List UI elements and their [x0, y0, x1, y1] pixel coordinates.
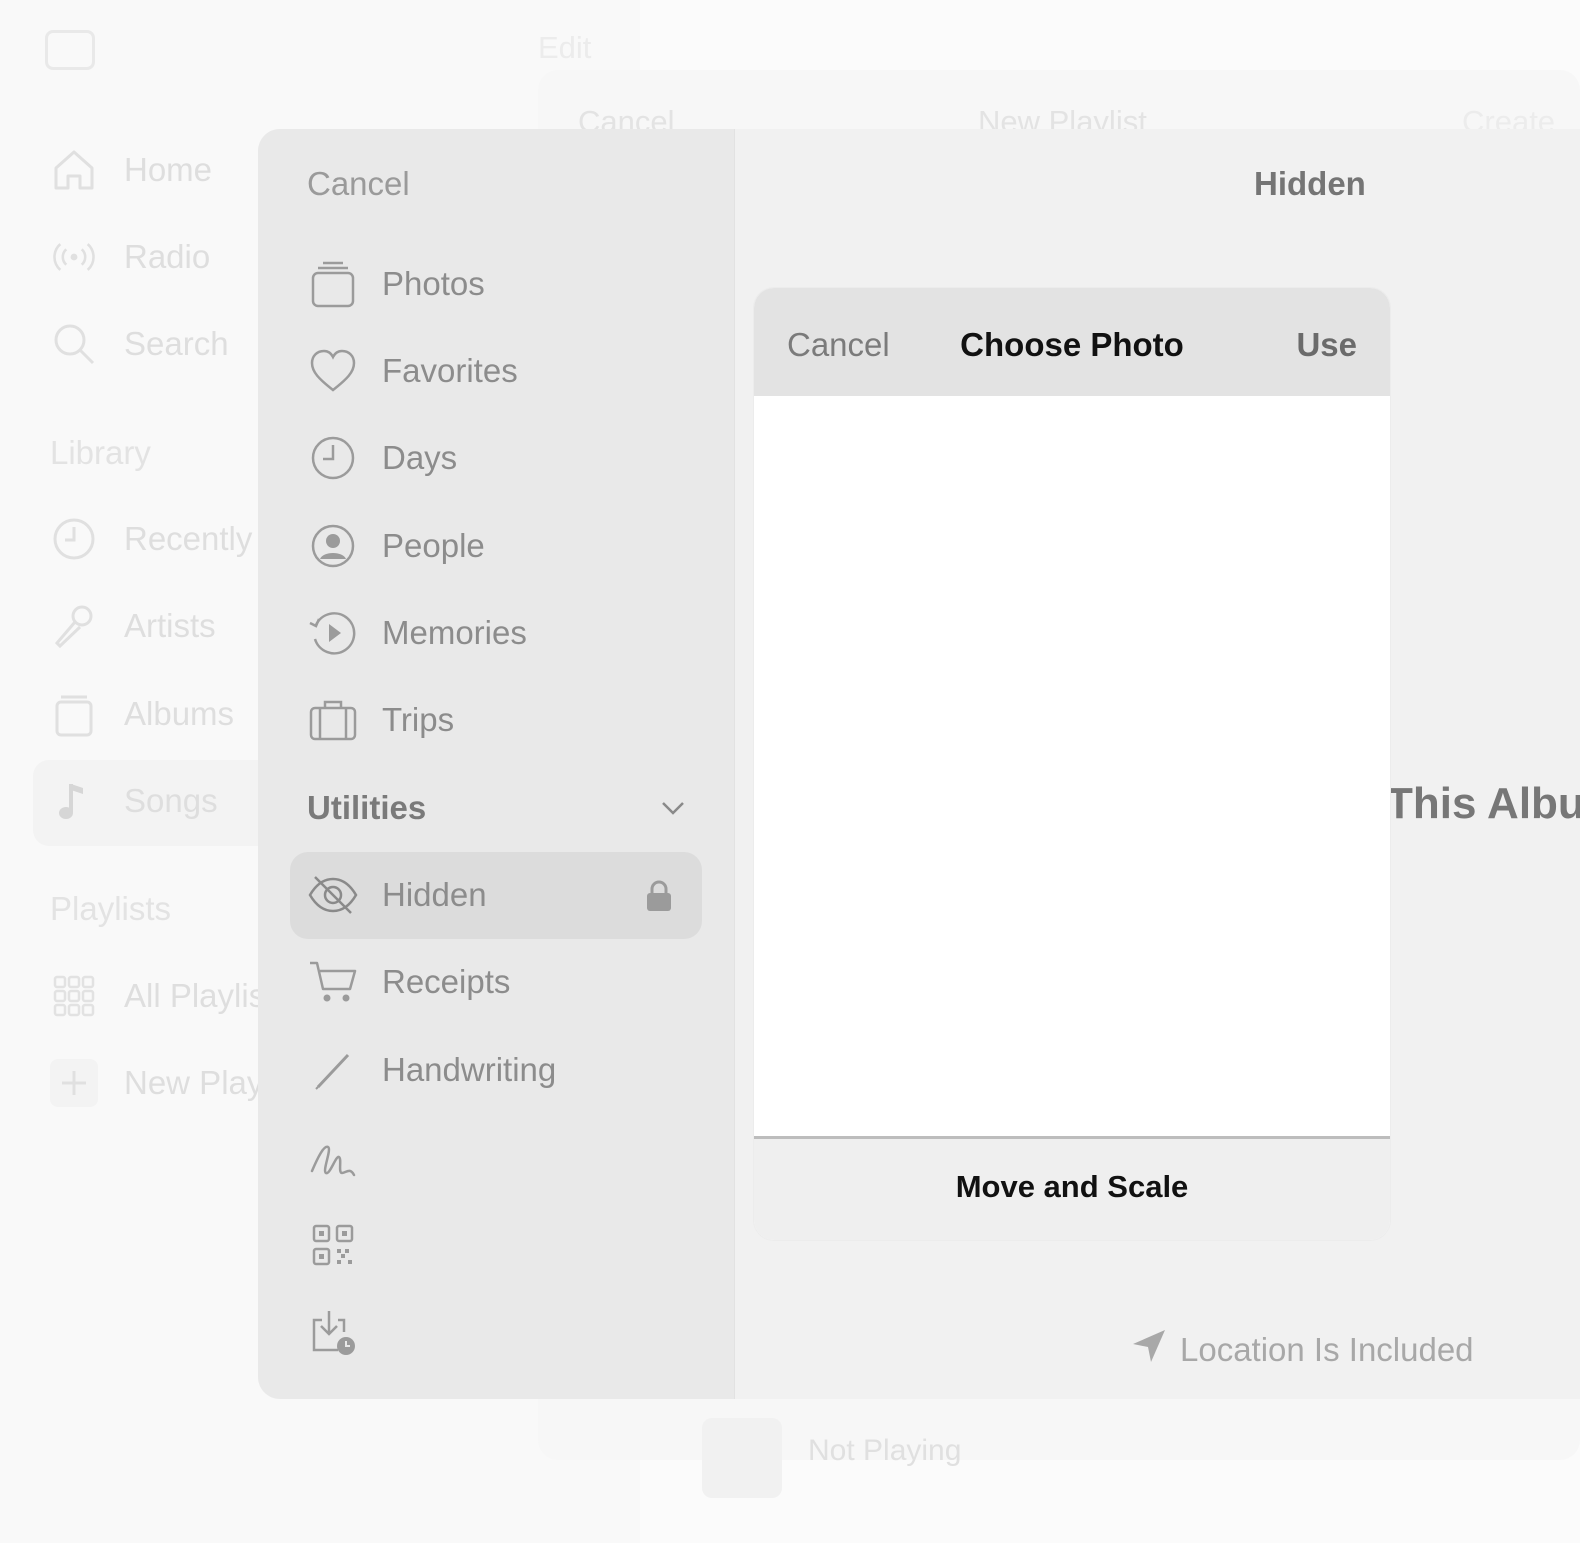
sidebar-item-home[interactable]: Home — [50, 146, 212, 194]
dialog-title: Choose Photo — [960, 326, 1184, 363]
sidebar-item-songs[interactable]: Songs — [50, 777, 218, 825]
clock-icon — [307, 432, 359, 484]
sidebar-item-label: Artists — [124, 607, 216, 644]
photo-crop-area[interactable] — [754, 396, 1390, 1031]
move-and-scale-label: Move and Scale — [955, 1169, 1189, 1204]
location-included-option[interactable]: Location Is Included — [1130, 1327, 1474, 1373]
dialog-use-button[interactable]: Use — [1296, 326, 1357, 364]
picker-sidebar-item-label: Trips — [382, 701, 455, 738]
sidebar-item-label: Songs — [124, 782, 218, 819]
picker-sidebar-item-receipts[interactable]: Receipts — [307, 952, 510, 1012]
picker-sidebar-item-handwriting[interactable]: Handwriting — [307, 1040, 556, 1100]
sidebar-item-all-playlists[interactable]: All Playlis — [50, 972, 265, 1020]
picker-sidebar-item-trips[interactable]: Trips — [307, 690, 454, 750]
empty-album-message: This Album — [1386, 779, 1580, 828]
chevron-down-icon[interactable] — [658, 793, 688, 823]
utilities-section-header[interactable]: Utilities — [307, 789, 426, 827]
sidebar-item-radio[interactable]: Radio — [50, 233, 210, 281]
picker-sidebar-item-label: People — [382, 527, 485, 564]
sidebar-item-recently[interactable]: Recently — [50, 515, 252, 563]
signature-icon[interactable] — [307, 1133, 359, 1185]
picker-sidebar-item-days[interactable]: Days — [307, 428, 457, 488]
qr-code-icon[interactable] — [307, 1219, 359, 1271]
sidebar-item-label: All Playlis — [124, 977, 266, 1014]
location-arrow-icon — [1130, 1327, 1168, 1373]
radio-waves-icon — [50, 233, 98, 281]
search-icon — [50, 320, 98, 368]
picker-sidebar-item-label: Favorites — [382, 352, 518, 389]
suitcase-icon — [307, 694, 359, 746]
eye-slash-icon — [307, 869, 359, 921]
picker-sidebar-item-photos[interactable]: Photos — [307, 254, 485, 314]
lock-icon — [645, 879, 673, 913]
sidebar-item-search[interactable]: Search — [50, 320, 229, 368]
picker-sidebar-item-label: Receipts — [382, 963, 511, 1000]
sidebar-item-label: Search — [124, 325, 229, 362]
picker-sidebar-item-hidden[interactable]: Hidden — [307, 865, 487, 925]
dialog-header: Cancel Choose Photo Use — [754, 288, 1390, 396]
pencil-icon — [307, 1044, 359, 1096]
clock-icon — [50, 515, 98, 563]
sidebar-item-label: Recently — [124, 520, 253, 557]
sidebar-item-label: Home — [124, 151, 213, 188]
plus-icon — [50, 1059, 98, 1107]
house-icon — [50, 146, 98, 194]
picker-sidebar-item-label: Hidden — [382, 876, 487, 913]
picker-sidebar-item-favorites[interactable]: Favorites — [307, 341, 518, 401]
dialog-footer: Move and Scale — [754, 1136, 1390, 1240]
music-note-icon — [50, 777, 98, 825]
picker-sidebar-item-label: Photos — [382, 265, 485, 302]
album-stack-icon — [50, 690, 98, 738]
location-label: Location Is Included — [1180, 1331, 1474, 1368]
memories-play-icon — [307, 607, 359, 659]
sidebar-item-label: Radio — [124, 238, 211, 275]
microphone-icon — [50, 602, 98, 650]
photos-stack-icon — [307, 258, 359, 310]
person-circle-icon — [307, 520, 359, 572]
picker-sidebar-item-label: Days — [382, 439, 458, 476]
sidebar-item-label: Albums — [124, 695, 235, 732]
cart-icon — [307, 956, 359, 1008]
heart-icon — [307, 345, 359, 397]
picker-sidebar-item-people[interactable]: People — [307, 516, 485, 576]
picker-sidebar-item-memories[interactable]: Memories — [307, 603, 527, 663]
sidebar-item-new-playlist[interactable]: New Play — [50, 1059, 263, 1107]
now-playing-artwork — [702, 1418, 782, 1498]
picker-sidebar: Cancel Photos Favorites Days People Memo… — [258, 129, 735, 1399]
sidebar-item-label: New Play — [124, 1064, 264, 1101]
picker-sidebar-item-label: Memories — [382, 614, 527, 651]
download-clock-icon[interactable] — [307, 1307, 359, 1359]
picker-sidebar-item-label: Handwriting — [382, 1051, 557, 1088]
picker-album-title: Hidden — [1254, 165, 1366, 202]
library-heading: Library — [50, 434, 151, 471]
grid-icon — [50, 972, 98, 1020]
playlists-heading: Playlists — [50, 890, 172, 927]
picker-cancel-button[interactable]: Cancel — [307, 165, 410, 203]
sidebar-toggle-icon[interactable] — [45, 30, 95, 70]
choose-photo-dialog: Cancel Choose Photo Use Move and Scale — [754, 288, 1390, 1240]
edit-button[interactable]: Edit — [538, 30, 591, 66]
sidebar-item-artists[interactable]: Artists — [50, 602, 216, 650]
sidebar-item-albums[interactable]: Albums — [50, 690, 234, 738]
now-playing-label: Not Playing — [808, 1434, 962, 1467]
